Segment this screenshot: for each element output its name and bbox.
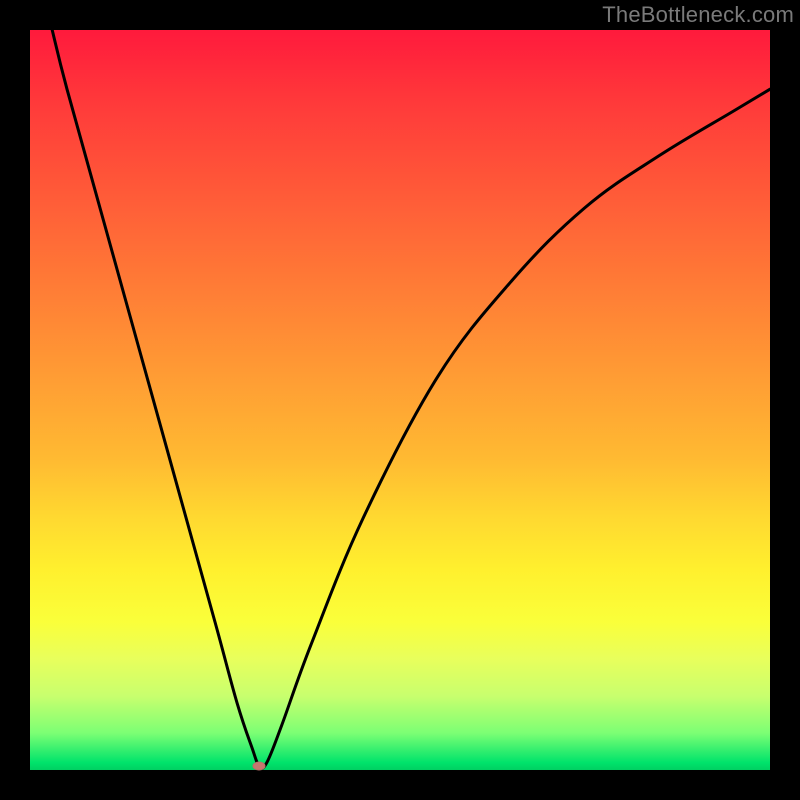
curve-layer [30,30,770,770]
chart-frame: TheBottleneck.com [0,0,800,800]
bottleneck-curve-path [52,30,770,768]
attribution-label: TheBottleneck.com [602,2,794,28]
plot-area [30,30,770,770]
vertex-marker [253,762,266,771]
